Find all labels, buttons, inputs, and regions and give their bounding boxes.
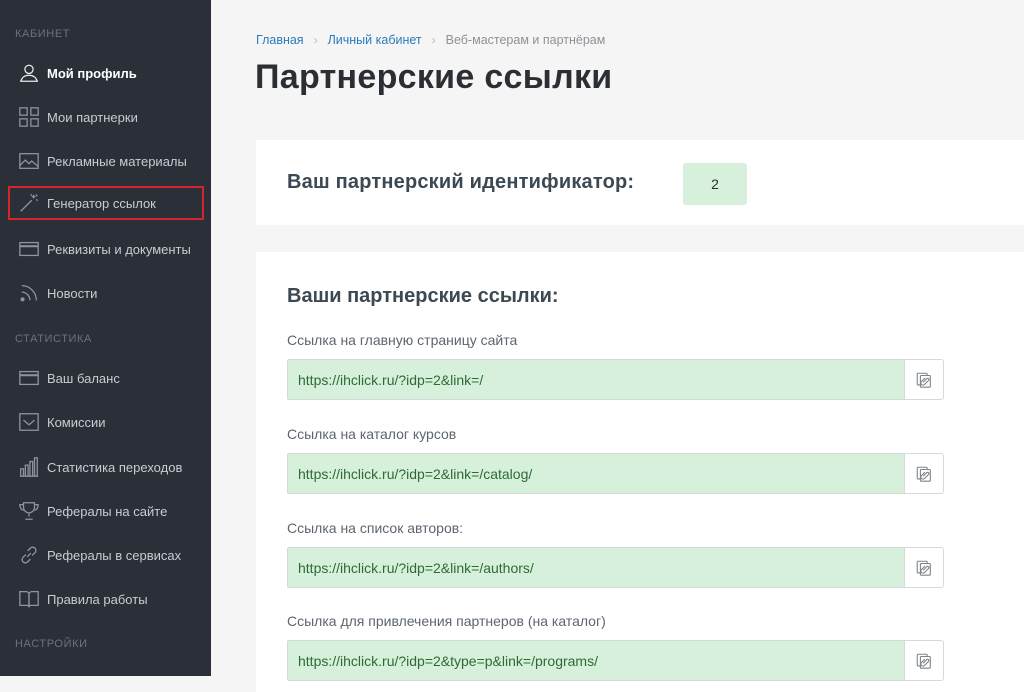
section-title-settings: НАСТРОЙКИ bbox=[15, 638, 88, 650]
copy-icon bbox=[916, 372, 931, 388]
copy-icon bbox=[916, 466, 931, 482]
envelope-icon bbox=[17, 410, 41, 434]
chevron-right-icon: › bbox=[431, 33, 436, 47]
user-icon bbox=[17, 61, 41, 85]
copy-button[interactable] bbox=[904, 640, 944, 681]
rss-icon bbox=[17, 281, 41, 305]
link-icon bbox=[17, 543, 41, 567]
breadcrumb-home[interactable]: Главная bbox=[256, 33, 304, 47]
bar-chart-icon bbox=[17, 455, 41, 479]
link-url-field[interactable]: https://ihclick.ru/?idp=2&type=p&link=/p… bbox=[287, 640, 904, 681]
grid-icon bbox=[17, 105, 41, 129]
sidebar-item-partnerships[interactable]: Мои партнерки bbox=[8, 100, 204, 134]
book-icon bbox=[17, 587, 41, 611]
sidebar-item-label: Генератор ссылок bbox=[47, 195, 156, 211]
link-label: Ссылка на главную страницу сайта bbox=[287, 332, 518, 348]
link-label: Ссылка на каталог курсов bbox=[287, 426, 457, 442]
sidebar-item-label: Рекламные материалы bbox=[47, 153, 187, 169]
sidebar-item-news[interactable]: Новости bbox=[8, 276, 204, 310]
sidebar-item-click-stats[interactable]: Статистика переходов bbox=[8, 450, 204, 484]
main-content: Главная › Личный кабинет › Веб-мастерам … bbox=[211, 0, 1024, 692]
link-label: Ссылка для привлечения партнеров (на кат… bbox=[287, 613, 606, 629]
link-row: https://ihclick.ru/?idp=2&link=/authors/ bbox=[287, 547, 944, 588]
sidebar: КАБИНЕТ Мой профиль Мои партнерки Реклам… bbox=[0, 0, 211, 676]
sidebar-item-label: Комиссии bbox=[47, 414, 106, 430]
sidebar-item-requisites[interactable]: Реквизиты и документы bbox=[8, 232, 204, 266]
sidebar-item-label: Правила работы bbox=[47, 591, 148, 607]
sidebar-item-label: Рефералы на сайте bbox=[47, 503, 168, 519]
sidebar-item-label: Мои партнерки bbox=[47, 109, 138, 125]
partner-id-label: Ваш партнерский идентификатор: bbox=[287, 171, 635, 193]
wallet-icon bbox=[17, 366, 41, 390]
trophy-icon bbox=[17, 499, 41, 523]
image-icon bbox=[17, 149, 41, 173]
sidebar-item-label: Статистика переходов bbox=[47, 459, 183, 475]
sidebar-item-rules[interactable]: Правила работы bbox=[8, 582, 204, 616]
sidebar-item-label: Мой профиль bbox=[47, 65, 137, 81]
sidebar-item-label: Рефералы в сервисах bbox=[47, 547, 182, 563]
link-row: https://ihclick.ru/?idp=2&link=/catalog/ bbox=[287, 453, 944, 494]
partner-id-value: 2 bbox=[683, 163, 747, 205]
link-row: https://ihclick.ru/?idp=2&link=/ bbox=[287, 359, 944, 400]
link-url-field[interactable]: https://ihclick.ru/?idp=2&link=/catalog/ bbox=[287, 453, 904, 494]
breadcrumb-current: Веб-мастерам и партнёрам bbox=[445, 33, 606, 47]
link-url-field[interactable]: https://ihclick.ru/?idp=2&link=/ bbox=[287, 359, 904, 400]
sidebar-item-ad-materials[interactable]: Рекламные материалы bbox=[8, 144, 204, 178]
link-label: Ссылка на список авторов: bbox=[287, 520, 464, 536]
sidebar-item-balance[interactable]: Ваш баланс bbox=[8, 361, 204, 395]
sidebar-item-link-generator[interactable]: Генератор ссылок bbox=[8, 186, 204, 220]
section-title-cabinet: КАБИНЕТ bbox=[15, 28, 71, 40]
section-title-stats: СТАТИСТИКА bbox=[15, 333, 92, 345]
partner-links-title: Ваши партнерские ссылки: bbox=[287, 285, 559, 307]
sidebar-item-site-referrals[interactable]: Рефералы на сайте bbox=[8, 494, 204, 528]
link-row: https://ihclick.ru/?idp=2&type=p&link=/p… bbox=[287, 640, 944, 681]
copy-button[interactable] bbox=[904, 453, 944, 494]
page-title: Партнерские ссылки bbox=[255, 58, 613, 96]
sidebar-item-label: Ваш баланс bbox=[47, 370, 120, 386]
copy-icon bbox=[916, 653, 931, 669]
copy-button[interactable] bbox=[904, 547, 944, 588]
breadcrumb: Главная › Личный кабинет › Веб-мастерам … bbox=[256, 33, 605, 47]
copy-icon bbox=[916, 560, 931, 576]
sidebar-item-profile[interactable]: Мой профиль bbox=[8, 56, 204, 90]
sidebar-item-commissions[interactable]: Комиссии bbox=[8, 405, 204, 439]
chevron-right-icon: › bbox=[313, 33, 318, 47]
partner-id-card: Ваш партнерский идентификатор: 2 bbox=[256, 140, 1024, 225]
card-icon bbox=[17, 237, 41, 261]
breadcrumb-cabinet[interactable]: Личный кабинет bbox=[328, 33, 422, 47]
sidebar-item-label: Новости bbox=[47, 285, 98, 301]
link-url-field[interactable]: https://ihclick.ru/?idp=2&link=/authors/ bbox=[287, 547, 904, 588]
copy-button[interactable] bbox=[904, 359, 944, 400]
magic-wand-icon bbox=[17, 191, 41, 215]
sidebar-item-label: Реквизиты и документы bbox=[47, 241, 191, 257]
partner-links-card: Ваши партнерские ссылки: Ссылка на главн… bbox=[256, 252, 1024, 692]
sidebar-item-service-referrals[interactable]: Рефералы в сервисах bbox=[8, 538, 204, 572]
